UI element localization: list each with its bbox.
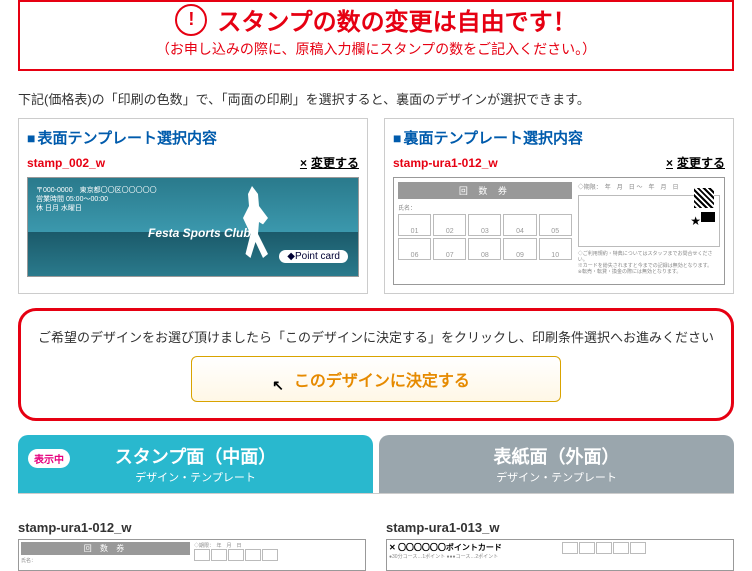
notice-title: ! スタンプの数の変更は自由です！ — [175, 2, 576, 37]
front-selection: ■表面テンプレート選択内容 stamp_002_w ×変更する 〒000-000… — [18, 118, 368, 294]
template-thumb: 〇〇〇〇〇〇ポイントカード●30分コース…1ポイント ●●●コース…2ポイント — [386, 539, 734, 571]
template-item[interactable]: stamp-ura1-012_w 回 数 券氏名： ◇期限： 年 月 日 — [18, 520, 366, 571]
tabs: 表示中 スタンプ面（中面） デザイン・テンプレート 表紙面（外面） デザイン・テ… — [18, 435, 734, 493]
lead-text: 下記(価格表)の「印刷の色数」で、「両面の印刷」を選択すると、裏面のデザインが選… — [18, 89, 734, 108]
back-selection: ■裏面テンプレート選択内容 stamp-ura1-012_w ×変更する 回 数… — [384, 118, 734, 294]
pointcard-badge: ◆Point card — [279, 250, 348, 263]
coupon-bar: 回 数 券 — [398, 182, 572, 199]
active-badge: 表示中 — [28, 449, 70, 468]
front-preview: 〒000-0000 東京都〇〇区〇〇〇〇〇営業時間 05:00〜00:00休 日… — [27, 177, 359, 277]
club-name: Festa Sports Club — [148, 226, 251, 240]
exclaim-icon: ! — [175, 4, 207, 36]
back-change-link[interactable]: ×変更する — [666, 154, 725, 171]
template-list: stamp-ura1-012_w 回 数 券氏名： ◇期限： 年 月 日 sta… — [18, 493, 734, 571]
back-head: ■裏面テンプレート選択内容 — [393, 127, 725, 148]
qr-icon — [694, 188, 714, 208]
front-template-id: stamp_002_w — [27, 156, 105, 170]
template-thumb: 回 数 券氏名： ◇期限： 年 月 日 — [18, 539, 366, 571]
decide-button[interactable]: ↖このデザインに決定する — [191, 356, 561, 402]
template-id: stamp-ura1-013_w — [386, 520, 734, 535]
tab-stamp-face[interactable]: 表示中 スタンプ面（中面） デザイン・テンプレート — [18, 435, 373, 493]
decide-text: ご希望のデザインをお選び頂けましたら「このデザインに決定する」をクリックし、印刷… — [35, 327, 717, 346]
front-change-link[interactable]: ×変更する — [300, 154, 359, 171]
notice-sub: （お申し込みの際に、原稿入力欄にスタンプの数をご記入ください。） — [34, 39, 718, 59]
template-id: stamp-ura1-012_w — [18, 520, 366, 535]
tab-cover-face[interactable]: 表紙面（外面） デザイン・テンプレート — [379, 435, 734, 493]
template-item[interactable]: stamp-ura1-013_w 〇〇〇〇〇〇ポイントカード●30分コース…1ポ… — [386, 520, 734, 571]
notice-title-text: スタンプの数の変更は自由です！ — [217, 2, 576, 37]
selection-row: ■表面テンプレート選択内容 stamp_002_w ×変更する 〒000-000… — [18, 118, 734, 294]
cursor-icon: ↖ — [272, 377, 284, 393]
back-template-id: stamp-ura1-012_w — [393, 156, 498, 170]
decide-box: ご希望のデザインをお選び頂けましたら「このデザインに決定する」をクリックし、印刷… — [18, 308, 734, 421]
notice-box: ! スタンプの数の変更は自由です！ （お申し込みの際に、原稿入力欄にスタンプの数… — [18, 0, 734, 71]
stamp-grid: 0102030405 0607080910 — [398, 214, 572, 260]
back-preview: 回 数 券 氏名： 0102030405 0607080910 ◇期限： 年 月… — [393, 177, 725, 285]
star-icon: ★ — [690, 214, 701, 228]
front-head: ■表面テンプレート選択内容 — [27, 127, 359, 148]
